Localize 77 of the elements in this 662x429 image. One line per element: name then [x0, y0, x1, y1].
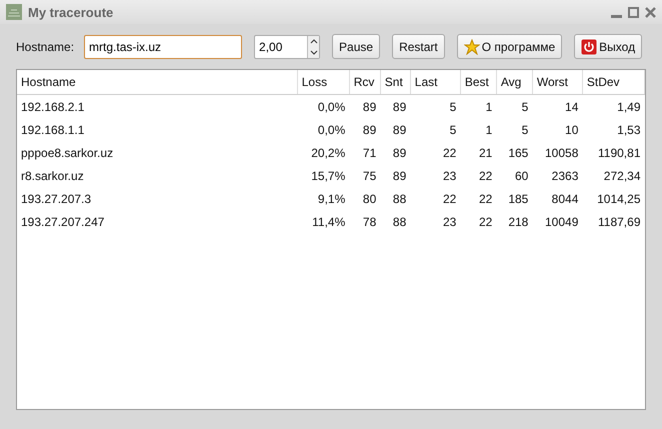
table-cell-text: 8044 — [550, 190, 580, 208]
table-cell-text: 185 — [507, 190, 530, 208]
table-cell-text: 22 — [478, 214, 494, 230]
hostname-field[interactable]: mrtg.tas-ix.uz — [84, 34, 242, 58]
toolbar-button[interactable]: Pause — [332, 34, 380, 59]
table-cell-text: 5 — [520, 122, 530, 138]
column-header[interactable]: Avg — [496, 70, 532, 94]
table-cell-text: 78 — [362, 214, 378, 230]
table-cell-text: 10058 — [544, 144, 580, 162]
table-cell-text: 0,0% — [316, 122, 346, 138]
column-header[interactable]: Rcv — [349, 70, 380, 94]
table-cell: 89 — [380, 94, 410, 118]
table-cell-text: 88 — [392, 214, 408, 230]
table-cell-text: 1 — [484, 122, 494, 138]
table-cell-text: 23 — [442, 168, 458, 184]
table-cell: 89 — [349, 94, 380, 118]
table-cell-text: 21 — [478, 144, 494, 162]
column-header[interactable]: Snt — [380, 70, 410, 94]
table-cell: 192.168.2.1 — [17, 94, 298, 118]
table-cell-text: 218 — [507, 214, 530, 230]
power-icon — [581, 38, 598, 54]
table-cell-text: 89 — [392, 122, 408, 138]
table-cell: 5 — [410, 94, 460, 118]
table-cell-text: 1187,69 — [597, 214, 642, 230]
table-cell-text: 1014,25 — [596, 190, 642, 208]
table-cell-text: r8.sarkor.uz — [20, 168, 85, 184]
table-cell-text: pppoe8.sarkor.uz — [20, 144, 114, 162]
table-cell-text: 22 — [478, 168, 494, 184]
column-header[interactable]: Last — [410, 70, 460, 94]
table-cell-text: 193.27.207.247 — [20, 214, 106, 230]
table-cell-text: 71 — [362, 144, 378, 162]
table-cell-text: 60 — [514, 168, 530, 184]
table-cell-text: 15,7% — [310, 168, 346, 184]
table-cell-text: 89 — [392, 168, 408, 184]
table-cell-text: 11,4% — [311, 214, 346, 230]
table-cell: 14 — [532, 94, 582, 118]
interval-spinbox[interactable]: 2,00 — [254, 34, 320, 58]
table-cell-text: 80 — [362, 190, 378, 208]
table-cell-text: 20,2% — [310, 144, 346, 162]
app-icon — [6, 4, 22, 20]
table-cell-text: 22 — [442, 190, 458, 208]
table-cell-text: 23 — [442, 214, 458, 230]
about-button[interactable]: О программе — [456, 34, 562, 59]
star-icon — [464, 38, 480, 54]
table-cell-text: 88 — [392, 190, 408, 208]
table-cell-text: 1190,81 — [597, 144, 642, 162]
table-cell-text: 10049 — [544, 214, 580, 230]
column-header[interactable]: Hostname — [17, 70, 298, 94]
table-cell-text: 5 — [448, 122, 458, 138]
table-cell: 5 — [496, 94, 532, 118]
toolbar-button[interactable]: Restart — [392, 34, 445, 59]
table-cell-text: 193.27.207.3 — [20, 190, 92, 208]
exit-button[interactable]: Выход — [574, 34, 642, 59]
column-header[interactable]: StDev — [582, 70, 644, 94]
table-cell-text: 2363 — [550, 168, 580, 184]
table-cell-text: 22 — [442, 144, 458, 162]
close-icon[interactable] — [645, 6, 656, 18]
table-cell: 1 — [460, 94, 496, 118]
window-title: My traceroute — [28, 4, 114, 20]
table-cell-text: 192.168.1.1 — [20, 122, 86, 138]
table-cell: 0,0% — [297, 94, 350, 118]
table-cell: 1,49 — [582, 94, 644, 118]
table-cell-text: 165 — [507, 144, 530, 162]
table-cell-text: 75 — [362, 168, 378, 184]
column-header[interactable]: Worst — [532, 70, 582, 94]
column-header[interactable]: Best — [460, 70, 496, 94]
table-cell-text: 10 — [564, 122, 580, 138]
table-cell-text: 272,34 — [602, 168, 642, 184]
maximize-icon[interactable] — [628, 6, 639, 18]
column-header[interactable]: Loss — [297, 70, 350, 94]
table-cell-text: 22 — [478, 190, 494, 208]
interval-field[interactable]: 2,00 — [255, 36, 308, 58]
table-cell-text: 89 — [392, 144, 408, 162]
table-cell-text: 89 — [362, 122, 378, 138]
table-cell-text: 1,53 — [616, 122, 642, 138]
table-cell-text: 9,1% — [316, 190, 346, 208]
hostname-label: Hostname: — [16, 40, 74, 54]
